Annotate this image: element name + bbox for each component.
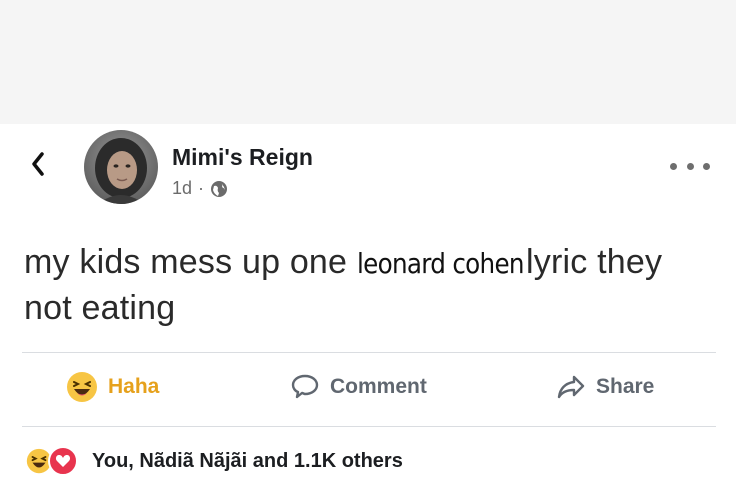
post-text-before: my kids mess up one xyxy=(24,243,357,281)
author-name[interactable]: Mimi's Reign xyxy=(172,144,313,171)
comment-button[interactable]: Comment xyxy=(290,364,427,410)
more-options-button[interactable] xyxy=(670,158,710,174)
reactions-summary-text: You, Nãdiã Nãjãi and 1.1K others xyxy=(92,449,403,472)
post-text-insert: leonard cohen xyxy=(356,247,525,280)
post-timestamp[interactable]: 1d xyxy=(172,178,192,199)
share-arrow-icon xyxy=(556,374,586,400)
reaction-icons xyxy=(24,446,78,476)
haha-label: Haha xyxy=(108,375,160,398)
divider xyxy=(22,426,716,427)
share-label: Share xyxy=(596,375,655,398)
avatar[interactable] xyxy=(84,130,158,204)
back-button[interactable] xyxy=(26,144,50,184)
comment-label: Comment xyxy=(330,375,427,398)
haha-button[interactable]: Haha xyxy=(66,364,159,410)
chevron-left-icon xyxy=(32,152,44,176)
love-heart-icon xyxy=(48,446,78,476)
profile-photo xyxy=(84,130,158,204)
globe-icon xyxy=(211,180,228,197)
more-dot-icon xyxy=(686,162,694,170)
share-button[interactable]: Share xyxy=(556,364,654,410)
post-card: Mimi's Reign 1d · my kids mess up one le… xyxy=(0,124,736,494)
more-dot-icon xyxy=(670,162,677,170)
divider xyxy=(22,352,716,353)
post-text: my kids mess up one leonard cohen lyric … xyxy=(24,240,714,331)
haha-emoji-icon xyxy=(66,371,98,403)
comment-bubble-icon xyxy=(290,373,320,401)
post-meta: 1d · xyxy=(172,178,228,199)
meta-separator: · xyxy=(198,178,205,198)
reactions-summary[interactable]: You, Nãdiã Nãjãi and 1.1K others xyxy=(24,446,403,476)
top-blank-area xyxy=(0,0,736,124)
more-dot-icon xyxy=(703,162,710,170)
